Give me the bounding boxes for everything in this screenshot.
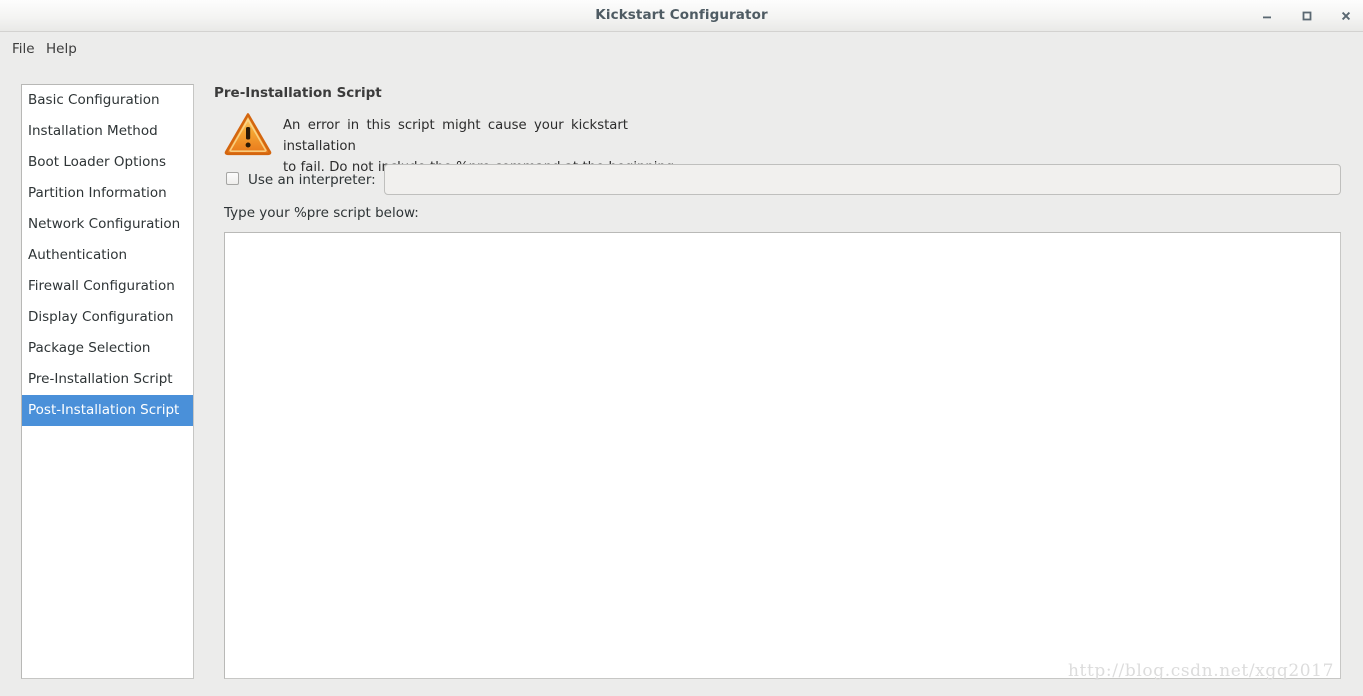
sidebar-item-display-configuration[interactable]: Display Configuration [22, 302, 193, 333]
sidebar-item-network-configuration[interactable]: Network Configuration [22, 209, 193, 240]
sidebar-item-pre-installation-script[interactable]: Pre-Installation Script [22, 364, 193, 395]
sidebar-item-basic-configuration[interactable]: Basic Configuration [22, 85, 193, 116]
menu-bar: File Help [0, 32, 1363, 66]
warning-triangle-icon [222, 110, 274, 156]
minimize-icon [1261, 10, 1273, 22]
sidebar-item-authentication[interactable]: Authentication [22, 240, 193, 271]
section-list[interactable]: Basic Configuration Installation Method Bo… [21, 84, 194, 679]
close-icon [1340, 10, 1352, 22]
script-field-label: Type your %pre script below: [224, 205, 419, 221]
warning-text-line-1: An error in this script might cause your… [283, 118, 628, 154]
menu-item-help[interactable]: Help [39, 32, 84, 66]
maximize-button[interactable] [1290, 0, 1324, 31]
interpreter-input[interactable] [384, 164, 1341, 195]
maximize-icon [1301, 10, 1313, 22]
close-button[interactable] [1329, 0, 1363, 31]
sidebar-item-firewall-configuration[interactable]: Firewall Configuration [22, 271, 193, 302]
page-title: Pre-Installation Script [214, 85, 382, 101]
menu-item-file[interactable]: File [5, 32, 42, 66]
sidebar-item-installation-method[interactable]: Installation Method [22, 116, 193, 147]
minimize-button[interactable] [1250, 0, 1284, 31]
window-titlebar: Kickstart Configurator [0, 0, 1363, 32]
sidebar-item-boot-loader-options[interactable]: Boot Loader Options [22, 147, 193, 178]
use-interpreter-label: Use an interpreter: [248, 172, 376, 188]
use-interpreter-checkbox[interactable] [226, 172, 239, 185]
sidebar-item-package-selection[interactable]: Package Selection [22, 333, 193, 364]
window-title: Kickstart Configurator [595, 7, 768, 23]
sidebar-item-post-installation-script[interactable]: Post-Installation Script [22, 395, 193, 426]
warning-banner: An error in this script might cause your… [222, 110, 1322, 175]
sidebar-item-partition-information[interactable]: Partition Information [22, 178, 193, 209]
pre-script-textarea[interactable] [224, 232, 1341, 679]
